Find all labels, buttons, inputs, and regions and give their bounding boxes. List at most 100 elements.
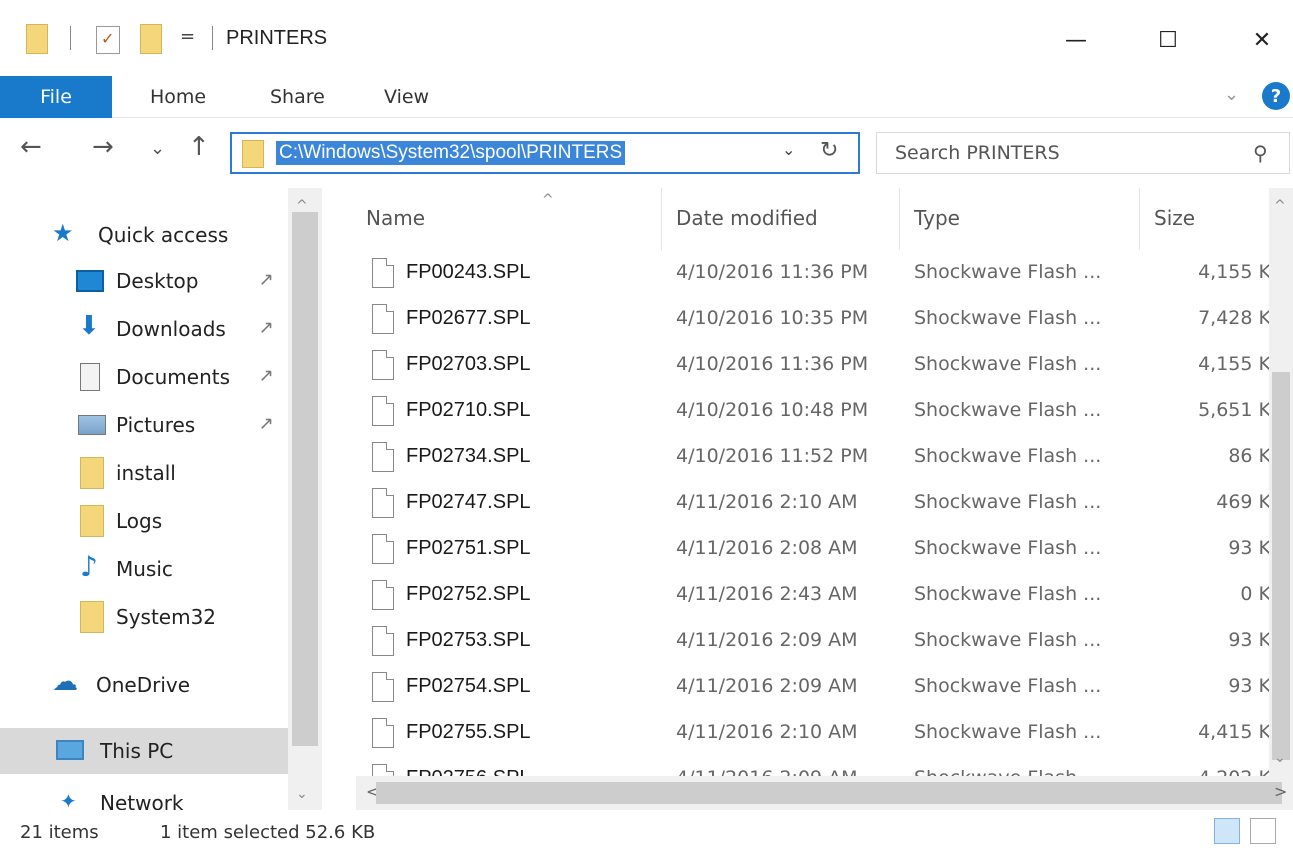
file-date-modified: 4/10/2016 10:35 PM <box>676 307 869 329</box>
file-row[interactable]: FP02710.SPL 4/10/2016 10:48 PM Shockwave F… <box>322 388 1277 434</box>
file-row[interactable]: FP02734.SPL 4/10/2016 11:52 PM Shockwave F… <box>322 434 1277 480</box>
scroll-up-icon[interactable]: ^ <box>1274 198 1286 214</box>
file-name: FP02752.SPL <box>406 583 531 605</box>
file-name: FP02754.SPL <box>406 675 531 697</box>
nav-item-system32[interactable]: System32 <box>0 594 322 640</box>
pin-icon[interactable]: ↑ <box>253 268 279 294</box>
nav-item-documents[interactable]: Documents ↑ <box>0 354 322 400</box>
expand-ribbon-icon[interactable]: ⌄ <box>1224 84 1239 105</box>
folder-icon <box>80 505 104 537</box>
refresh-button[interactable]: ↻ <box>820 138 838 163</box>
file-row[interactable]: FP02751.SPL 4/11/2016 2:08 AM Shockwave Fl… <box>322 526 1277 572</box>
file-size: 4,415 K <box>1198 721 1271 743</box>
nav-item-downloads[interactable]: ⬇ Downloads ↑ <box>0 306 322 352</box>
file-size: 0 K <box>1240 583 1271 605</box>
folder-icon[interactable] <box>26 24 48 54</box>
file-row[interactable]: FP02747.SPL 4/11/2016 2:10 AM Shockwave Fl… <box>322 480 1277 526</box>
file-date-modified: 4/10/2016 10:48 PM <box>676 399 869 421</box>
maximize-button[interactable]: ☐ <box>1138 18 1198 62</box>
pin-icon[interactable]: ↑ <box>253 412 279 438</box>
file-row[interactable]: FP00243.SPL 4/10/2016 11:36 PM Shockwave F… <box>322 250 1277 296</box>
nav-item-label: System32 <box>116 605 217 629</box>
tab-home[interactable]: Home <box>150 76 206 118</box>
file-icon <box>372 534 394 564</box>
properties-icon[interactable] <box>96 26 120 54</box>
large-icons-view-button[interactable] <box>1250 818 1276 844</box>
forward-button[interactable]: → <box>92 132 114 162</box>
file-icon <box>372 626 394 656</box>
pin-icon[interactable]: ↑ <box>253 316 279 342</box>
file-icon <box>372 258 394 288</box>
column-header-name[interactable]: Name ^ <box>352 188 662 250</box>
file-row[interactable]: FP02753.SPL 4/11/2016 2:09 AM Shockwave Fl… <box>322 618 1277 664</box>
search-icon[interactable]: ⚲ <box>1253 141 1268 165</box>
file-date-modified: 4/11/2016 2:08 AM <box>676 537 858 559</box>
pin-icon[interactable]: ↑ <box>253 364 279 390</box>
scrollbar-thumb[interactable] <box>1272 372 1290 760</box>
file-type: Shockwave Flash ... <box>914 583 1102 605</box>
file-date-modified: 4/11/2016 2:43 AM <box>676 583 858 605</box>
customize-toolbar-dropdown-icon[interactable]: = <box>180 26 195 47</box>
file-row[interactable]: FP02703.SPL 4/10/2016 11:36 PM Shockwave F… <box>322 342 1277 388</box>
scroll-right-icon[interactable]: > <box>1274 782 1287 801</box>
file-icon <box>372 672 394 702</box>
column-header-type[interactable]: Type <box>900 188 1140 250</box>
folder-icon <box>80 601 104 633</box>
scroll-down-icon[interactable]: ⌄ <box>296 786 308 802</box>
tab-file[interactable]: File <box>0 76 112 118</box>
back-button[interactable]: ← <box>20 132 42 162</box>
new-folder-icon[interactable] <box>140 24 162 54</box>
file-row[interactable]: FP02755.SPL 4/11/2016 2:10 AM Shockwave Fl… <box>322 710 1277 756</box>
address-path[interactable]: C:\Windows\System32\spool\PRINTERS <box>276 141 626 165</box>
file-date-modified: 4/11/2016 2:09 AM <box>676 629 858 651</box>
file-size: 4,155 K <box>1198 261 1271 283</box>
pictures-icon <box>78 415 106 435</box>
scrollbar-thumb[interactable] <box>292 212 318 746</box>
nav-item-desktop[interactable]: Desktop ↑ <box>0 258 322 304</box>
nav-item-this-pc[interactable]: This PC <box>0 728 322 774</box>
search-input[interactable]: Search PRINTERS <box>895 142 1060 164</box>
column-header-date-modified[interactable]: Date modified <box>662 188 900 250</box>
details-view-button[interactable] <box>1214 818 1240 844</box>
nav-item-quick-access[interactable]: ★ Quick access <box>0 212 322 258</box>
file-row[interactable]: FP02754.SPL 4/11/2016 2:09 AM Shockwave Fl… <box>322 664 1277 710</box>
folder-icon <box>80 457 104 489</box>
recent-locations-button[interactable]: ⌄ <box>150 138 165 159</box>
file-list-vertical-scrollbar[interactable]: ^ ⌄ <box>1269 188 1293 788</box>
nav-item-logs[interactable]: Logs <box>0 498 322 544</box>
tab-view[interactable]: View <box>384 76 429 118</box>
nav-item-onedrive[interactable]: ☁ OneDrive <box>0 662 322 708</box>
column-header-size[interactable]: Size <box>1140 188 1280 250</box>
search-box[interactable]: Search PRINTERS ⚲ <box>876 132 1290 174</box>
file-name: FP02747.SPL <box>406 491 531 513</box>
address-dropdown-button[interactable]: ⌄ <box>782 140 795 159</box>
tab-share[interactable]: Share <box>270 76 325 118</box>
nav-pane-scrollbar[interactable]: ^ ⌄ <box>288 188 322 810</box>
file-type: Shockwave Flash ... <box>914 721 1102 743</box>
nav-item-network[interactable]: ✦ Network <box>0 780 322 810</box>
nav-item-install[interactable]: install <box>0 450 322 496</box>
file-row[interactable]: FP02752.SPL 4/11/2016 2:43 AM Shockwave Fl… <box>322 572 1277 618</box>
file-row[interactable]: FP02677.SPL 4/10/2016 10:35 PM Shockwave F… <box>322 296 1277 342</box>
nav-item-pictures[interactable]: Pictures ↑ <box>0 402 322 448</box>
scroll-down-icon[interactable]: ⌄ <box>1274 750 1286 766</box>
file-icon <box>372 718 394 748</box>
column-header-label: Size <box>1154 206 1196 230</box>
file-name: FP02703.SPL <box>406 353 531 375</box>
address-bar[interactable]: C:\Windows\System32\spool\PRINTERS <box>230 132 860 174</box>
up-button[interactable]: ↑ <box>188 132 210 162</box>
minimize-button[interactable]: — <box>1046 18 1106 62</box>
file-list-horizontal-scrollbar[interactable]: < > <box>356 776 1293 810</box>
file-name: FP02677.SPL <box>406 307 531 329</box>
help-icon[interactable]: ? <box>1262 82 1290 110</box>
nav-item-music[interactable]: ♪ Music <box>0 546 322 592</box>
music-icon: ♪ <box>80 550 98 583</box>
file-type: Shockwave Flash ... <box>914 537 1102 559</box>
file-type: Shockwave Flash ... <box>914 675 1102 697</box>
folder-icon <box>242 140 264 168</box>
nav-item-label: Logs <box>116 509 163 533</box>
file-name: FP02734.SPL <box>406 445 531 467</box>
nav-item-label: Network <box>100 791 184 810</box>
scrollbar-thumb[interactable] <box>376 782 1282 804</box>
close-button[interactable]: ✕ <box>1232 18 1292 62</box>
